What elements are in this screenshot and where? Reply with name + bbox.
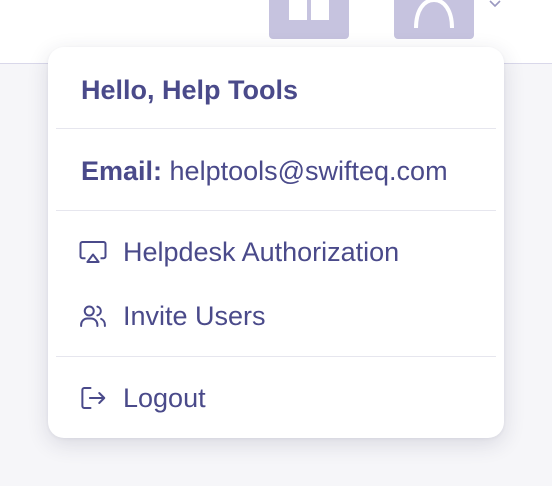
- menu-item-label: Invite Users: [123, 300, 266, 331]
- email-label: Email:: [81, 156, 163, 186]
- menu-item-invite-users[interactable]: Invite Users: [78, 298, 266, 334]
- users-icon: [80, 305, 106, 327]
- greeting-text: Hello, Help Tools: [81, 75, 299, 105]
- screen-cast-icon: [79, 241, 107, 263]
- divider: [56, 356, 496, 357]
- grid-icon: [289, 0, 329, 20]
- logout-icon: [81, 387, 106, 409]
- menu-item-logout[interactable]: Logout: [78, 380, 206, 416]
- chevron-down-icon[interactable]: [488, 0, 502, 8]
- email-value: helptools@swifteq.com: [162, 156, 448, 186]
- divider: [56, 210, 496, 211]
- menu-item-label: Helpdesk Authorization: [123, 236, 400, 267]
- menu-item-label: Logout: [123, 382, 206, 413]
- divider: [56, 128, 496, 129]
- user-avatar-button[interactable]: [394, 0, 474, 39]
- user-avatar-icon: [414, 0, 454, 28]
- email-row: Email: helptools@swifteq.com: [81, 156, 448, 187]
- menu-item-helpdesk-authorization[interactable]: Helpdesk Authorization: [78, 234, 399, 270]
- apps-button[interactable]: [269, 0, 349, 39]
- user-menu-dropdown: Hello, Help Tools Email: helptools@swift…: [48, 47, 504, 438]
